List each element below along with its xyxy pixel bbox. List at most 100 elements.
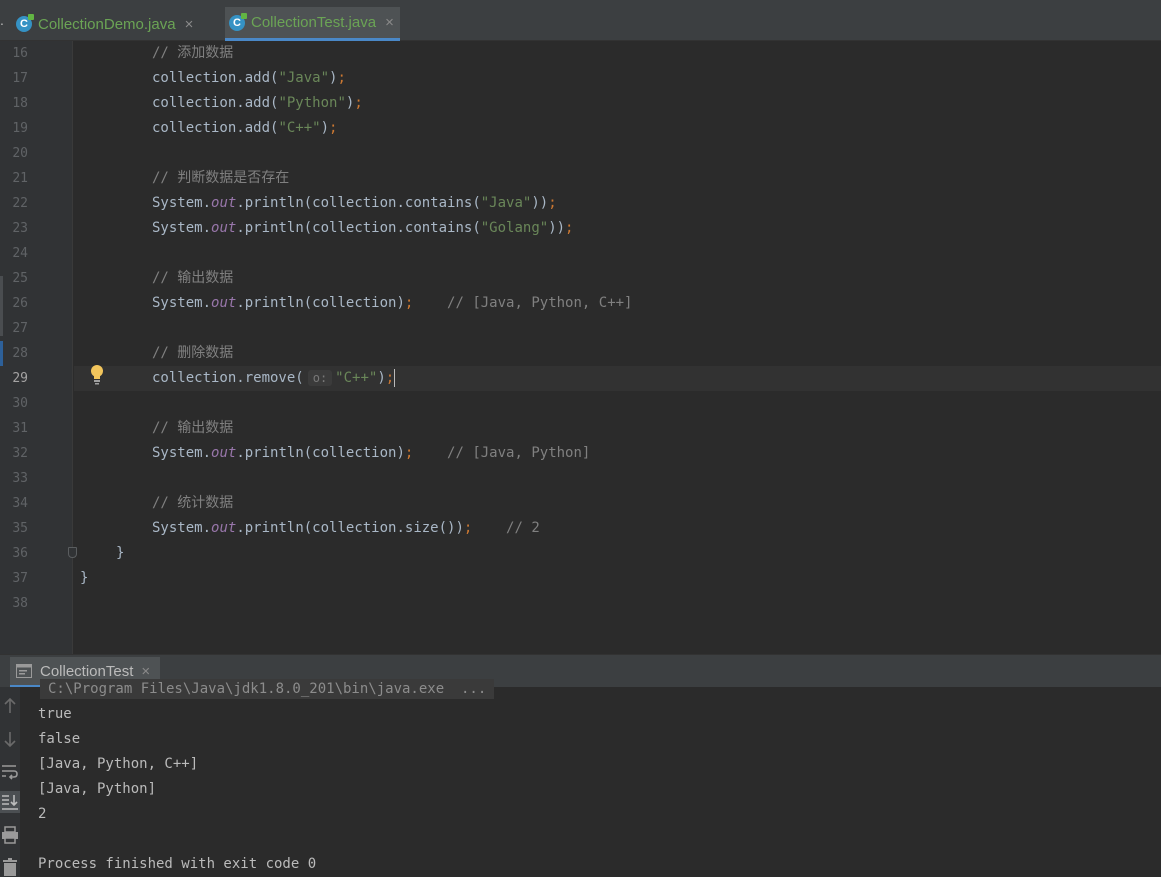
- code-line[interactable]: // 删除数据: [74, 341, 1161, 366]
- editor-tab-bar: . C CollectionDemo.java × C CollectionTe…: [0, 0, 1161, 41]
- tab-overflow-indicator[interactable]: .: [0, 12, 4, 28]
- console-output[interactable]: C:\Program Files\Java\jdk1.8.0_201\bin\j…: [0, 679, 1161, 877]
- code-line[interactable]: System.out.println(collection); // [Java…: [74, 291, 1161, 316]
- console-icon: [16, 664, 32, 678]
- line-number: 30: [12, 396, 28, 411]
- arrow-up-icon[interactable]: [0, 695, 20, 717]
- line-number: 26: [12, 296, 28, 311]
- code-token: )): [548, 220, 566, 236]
- line-number: 21: [12, 171, 28, 186]
- run-tab-label: CollectionTest: [40, 662, 134, 680]
- code-token: System.: [152, 195, 212, 211]
- code-string: "Golang": [480, 220, 549, 236]
- print-icon[interactable]: [0, 824, 20, 846]
- code-line[interactable]: // 判断数据是否存在: [74, 166, 1161, 191]
- code-token: .println(collection): [236, 445, 405, 461]
- line-number: 23: [12, 221, 28, 236]
- scroll-to-end-icon[interactable]: [0, 791, 20, 813]
- code-comment: // 统计数据: [152, 495, 234, 511]
- tab-collection-test[interactable]: C CollectionTest.java ×: [225, 7, 400, 41]
- code-token: )): [531, 195, 549, 211]
- code-line[interactable]: // 输出数据: [74, 416, 1161, 441]
- line-number: 34: [12, 496, 28, 511]
- line-number: 18: [12, 96, 28, 111]
- code-token: System.: [152, 295, 212, 311]
- code-comment: // 输出数据: [152, 270, 234, 286]
- console-output-line: [Java, Python]: [38, 781, 157, 797]
- line-number: 17: [12, 71, 28, 86]
- line-number: 33: [12, 471, 28, 486]
- close-icon[interactable]: ×: [385, 14, 394, 31]
- code-comment: // [Java, Python]: [413, 445, 591, 461]
- line-number: 28: [12, 346, 28, 361]
- code-line[interactable]: }: [74, 566, 1161, 591]
- java-class-icon: C: [229, 12, 247, 31]
- process-finished-line: Process finished with exit code 0: [38, 856, 317, 872]
- console-output-line: false: [38, 731, 81, 747]
- code-static-field: out: [211, 195, 237, 211]
- line-number-gutter[interactable]: 16 17 18 19 20 21 22 23 24 25 26 27 28 2…: [0, 41, 77, 654]
- code-semicolon: ;: [385, 370, 395, 386]
- soft-wrap-icon[interactable]: [0, 760, 20, 782]
- closing-brace: }: [80, 570, 89, 586]
- line-number: 24: [12, 246, 28, 261]
- code-static-field: out: [211, 220, 237, 236]
- close-icon[interactable]: ×: [141, 663, 150, 680]
- code-static-field: out: [211, 295, 237, 311]
- code-semicolon: ;: [337, 70, 346, 86]
- code-string: "C++": [278, 120, 321, 136]
- code-semicolon: ;: [354, 95, 363, 111]
- code-string: "C++": [335, 370, 378, 386]
- code-token: System.: [152, 445, 212, 461]
- code-line[interactable]: // 统计数据: [74, 491, 1161, 516]
- code-line[interactable]: collection.add("Python");: [74, 91, 1161, 116]
- code-editor[interactable]: 16 17 18 19 20 21 22 23 24 25 26 27 28 2…: [0, 41, 1161, 654]
- trash-icon[interactable]: [0, 855, 20, 877]
- code-token: .println(collection.contains(: [236, 220, 481, 236]
- code-line[interactable]: collection.add("C++");: [74, 116, 1161, 141]
- code-token: ): [320, 120, 330, 136]
- code-comment: // 添加数据: [152, 45, 234, 61]
- console-output-line: true: [38, 706, 72, 722]
- line-number: 38: [12, 596, 28, 611]
- code-comment: // [Java, Python, C++]: [413, 295, 633, 311]
- code-token: collection.add(: [152, 95, 279, 111]
- code-static-field: out: [211, 445, 237, 461]
- line-number: 37: [12, 571, 28, 586]
- code-token: collection.remove(: [152, 370, 304, 386]
- console-command-line: C:\Program Files\Java\jdk1.8.0_201\bin\j…: [40, 679, 495, 699]
- code-line[interactable]: System.out.println(collection.contains("…: [74, 191, 1161, 216]
- java-class-icon: C: [16, 14, 34, 32]
- code-token: System.: [152, 520, 212, 536]
- code-line[interactable]: System.out.println(collection); // [Java…: [74, 441, 1161, 466]
- console-toolbar: [0, 687, 20, 877]
- code-line[interactable]: collection.add("Java");: [74, 66, 1161, 91]
- code-token: collection.add(: [152, 120, 279, 136]
- line-number: 20: [12, 146, 28, 161]
- code-line[interactable]: // 输出数据: [74, 266, 1161, 291]
- code-token: .println(collection): [236, 295, 405, 311]
- line-number: 36: [12, 546, 28, 561]
- code-line[interactable]: System.out.println(collection.contains("…: [74, 216, 1161, 241]
- line-number: 32: [12, 446, 28, 461]
- code-line[interactable]: // 添加数据: [74, 41, 1161, 66]
- tab-label: CollectionTest.java: [251, 14, 377, 31]
- arrow-down-icon[interactable]: [0, 728, 20, 750]
- line-number: 19: [12, 121, 28, 136]
- code-semicolon: ;: [548, 195, 557, 211]
- code-token: .println(collection.size()): [236, 520, 464, 536]
- console-output-line: 2: [38, 806, 47, 822]
- code-line[interactable]: }: [74, 541, 1161, 566]
- closing-brace: }: [116, 545, 125, 561]
- code-token: collection.add(: [152, 70, 279, 86]
- code-comment: // 2: [472, 520, 540, 536]
- code-string: "Java": [278, 70, 330, 86]
- tab-collection-demo[interactable]: C CollectionDemo.java ×: [12, 7, 199, 41]
- code-line-current[interactable]: collection.remove(o: "C++");: [74, 366, 1161, 391]
- code-comment: // 输出数据: [152, 420, 234, 436]
- tab-label: CollectionDemo.java: [38, 15, 176, 33]
- code-line[interactable]: System.out.println(collection.size()); /…: [74, 516, 1161, 541]
- code-semicolon: ;: [329, 120, 338, 136]
- close-icon[interactable]: ×: [185, 16, 194, 33]
- lightbulb-icon[interactable]: [89, 364, 105, 386]
